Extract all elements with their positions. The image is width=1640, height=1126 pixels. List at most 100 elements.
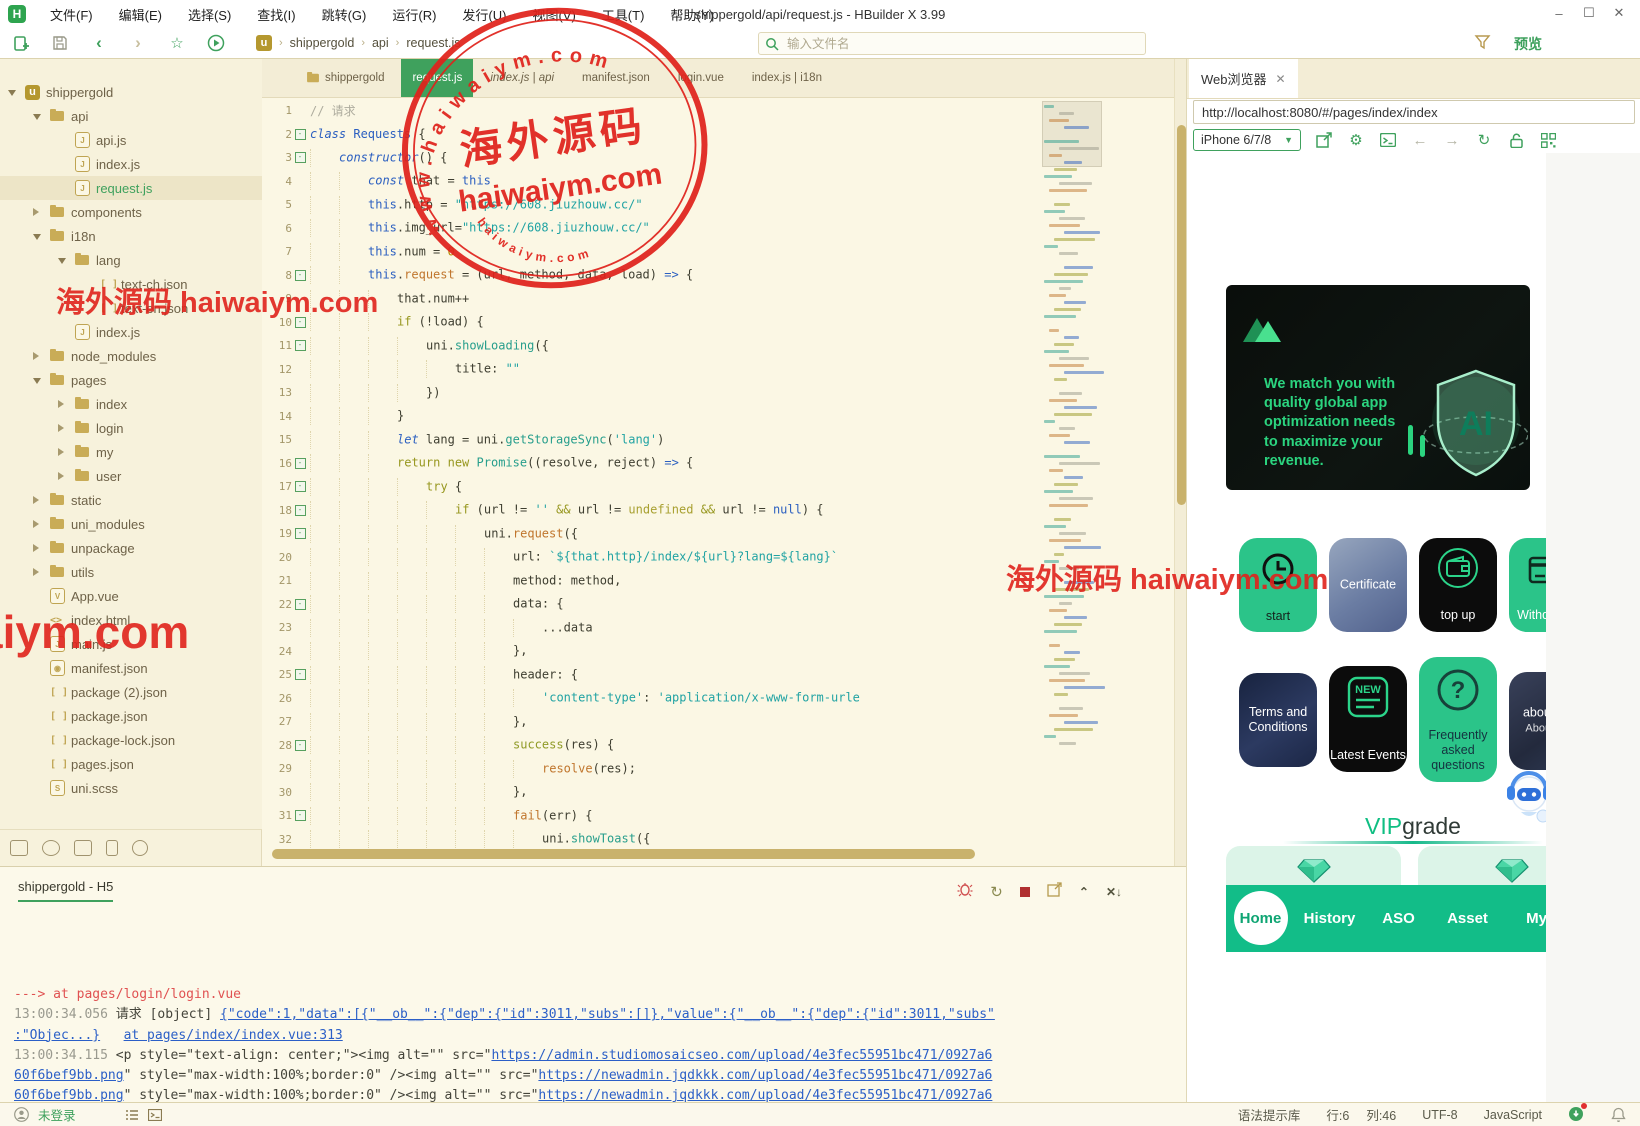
- chevron-expanded-icon[interactable]: [33, 233, 41, 240]
- tile-frequently-asked-questions[interactable]: ? Frequently asked questions: [1419, 657, 1497, 782]
- code-line-4[interactable]: 4 const that = this: [262, 170, 1042, 194]
- promo-banner[interactable]: We match you with quality global app optim…: [1226, 285, 1530, 490]
- editor-tab-shippergold[interactable]: shippergold: [295, 59, 395, 97]
- code-line-20[interactable]: 20 url: `${that.http}/index/${url}?lang=$…: [262, 546, 1042, 570]
- tree-item-uni-scss[interactable]: Suni.scss: [0, 776, 262, 800]
- chevron-expanded-icon[interactable]: [58, 257, 66, 264]
- language-status[interactable]: JavaScript: [1484, 1108, 1542, 1122]
- menu-f[interactable]: 文件(F): [38, 2, 105, 27]
- nav-asset[interactable]: Asset: [1433, 885, 1502, 952]
- code-editor[interactable]: shippergold request.js index.js | api manif…: [262, 59, 1186, 866]
- tree-item-api[interactable]: api: [0, 104, 262, 128]
- rerun-icon[interactable]: ↻: [990, 883, 1003, 901]
- code-line-18[interactable]: 18- if (url != '' && url != undefined && …: [262, 499, 1042, 523]
- code-line-16[interactable]: 16- return new Promise((resolve, reject) …: [262, 452, 1042, 476]
- browser-tab[interactable]: Web浏览器 ✕: [1189, 59, 1298, 98]
- tree-item-my[interactable]: my: [0, 440, 262, 464]
- console-link[interactable]: 60f6bef9bb.png: [14, 1068, 124, 1083]
- chevron-expanded-icon[interactable]: [8, 89, 16, 96]
- minimap-viewport[interactable]: [1042, 101, 1102, 167]
- star-button[interactable]: ☆: [168, 34, 186, 52]
- tree-item-lang[interactable]: lang: [0, 248, 262, 272]
- debug-icon[interactable]: [957, 881, 973, 902]
- code-line-11[interactable]: 11- uni.showLoading({: [262, 334, 1042, 358]
- horizontal-scrollbar-thumb[interactable]: [272, 849, 975, 859]
- chevron-collapsed-icon[interactable]: [58, 400, 64, 408]
- code-line-28[interactable]: 28- success(res) {: [262, 734, 1042, 758]
- tree-item-index-js[interactable]: Jindex.js: [0, 320, 262, 344]
- tree-item-utils[interactable]: utils: [0, 560, 262, 584]
- explorer-panel-icon[interactable]: [10, 840, 28, 856]
- tile-top-up[interactable]: top up: [1419, 538, 1497, 632]
- code-area[interactable]: 1// 请求 2- class Requests {3- constructor() …: [262, 99, 1042, 849]
- close-tab-icon[interactable]: ✕: [1276, 72, 1286, 86]
- code-line-30[interactable]: 30},: [262, 781, 1042, 805]
- menu-e[interactable]: 编辑(E): [107, 2, 174, 27]
- chevron-collapsed-icon[interactable]: [33, 544, 39, 552]
- console-link[interactable]: 60f6bef9bb.png: [14, 1088, 124, 1103]
- code-line-2[interactable]: 2- class Requests {: [262, 123, 1042, 147]
- code-line-23[interactable]: 23 ...data: [262, 616, 1042, 640]
- tree-item-text-ch-json[interactable]: [ ] text-ch.json: [0, 272, 262, 296]
- open-in-window-icon[interactable]: [1047, 881, 1062, 902]
- device-panel-icon[interactable]: [106, 840, 118, 856]
- search-panel-icon[interactable]: [42, 840, 60, 856]
- back-button[interactable]: ‹: [90, 33, 108, 52]
- menu-t[interactable]: 工具(T): [590, 2, 657, 27]
- code-line-8[interactable]: 8- this.request = (url, method, data, loa…: [262, 264, 1042, 288]
- fold-toggle-icon[interactable]: -: [292, 598, 308, 610]
- vertical-scrollbar-thumb[interactable]: [1176, 125, 1186, 505]
- stop-icon[interactable]: [1019, 886, 1030, 897]
- tree-item-pages[interactable]: pages: [0, 368, 262, 392]
- chevron-collapsed-icon[interactable]: [33, 208, 39, 216]
- fold-toggle-icon[interactable]: -: [292, 528, 308, 540]
- editor-tab-login-vue[interactable]: login.vue: [667, 59, 735, 97]
- fold-toggle-icon[interactable]: -: [292, 810, 308, 822]
- browser-back-icon[interactable]: ←: [1411, 131, 1429, 149]
- code-line-27[interactable]: 27},: [262, 710, 1042, 734]
- fold-toggle-icon[interactable]: -: [292, 316, 308, 328]
- vertical-scrollbar[interactable]: [1174, 59, 1186, 866]
- console-link[interactable]: {"code":1,"data":[{"__ob__":{"dep":{"id"…: [220, 1007, 995, 1022]
- device-selector[interactable]: iPhone 6/7/8 ▼: [1193, 129, 1301, 151]
- fold-toggle-icon[interactable]: -: [292, 457, 308, 469]
- code-line-12[interactable]: 12 title: "": [262, 358, 1042, 382]
- breadcrumb[interactable]: u › shippergold › api › request.js: [256, 28, 461, 58]
- file-search-input[interactable]: [785, 35, 1089, 52]
- forward-button[interactable]: ›: [129, 33, 147, 52]
- chevron-collapsed-icon[interactable]: [33, 496, 39, 504]
- console-link[interactable]: :"Objec...}: [14, 1028, 100, 1043]
- url-input[interactable]: [1194, 104, 1634, 120]
- code-line-6[interactable]: 6 this.img_url="https://608.jiuzhouw.cc/": [262, 217, 1042, 241]
- bell-icon[interactable]: [1611, 1107, 1626, 1123]
- clear-console-icon[interactable]: ✕↓: [1106, 885, 1122, 899]
- editor-tab-index-js-api[interactable]: index.js | api: [479, 59, 565, 97]
- tree-item-index-js[interactable]: Jindex.js: [0, 152, 262, 176]
- qr-code-icon[interactable]: [1539, 131, 1557, 149]
- console-window-icon[interactable]: [1379, 131, 1397, 149]
- editor-tab-request-js[interactable]: request.js: [401, 59, 474, 97]
- chevron-collapsed-icon[interactable]: [33, 568, 39, 576]
- chevron-collapsed-icon[interactable]: [58, 424, 64, 432]
- collapse-panel-icon[interactable]: ⌃: [1079, 885, 1089, 899]
- console-link[interactable]: https://newadmin.jqdkkk.com/upload/4e3fe…: [538, 1088, 992, 1103]
- editor-tab-index-js-i18n[interactable]: index.js | i18n: [741, 59, 833, 97]
- file-search-box[interactable]: [758, 32, 1146, 55]
- close-button[interactable]: ✕: [1604, 0, 1634, 26]
- update-icon[interactable]: [1568, 1102, 1587, 1125]
- filter-funnel-icon[interactable]: [1474, 33, 1491, 55]
- code-line-5[interactable]: 5 this.http = "https://608.jiuzhouw.cc/": [262, 193, 1042, 217]
- code-line-13[interactable]: 13}): [262, 381, 1042, 405]
- menu-i[interactable]: 查找(I): [245, 2, 307, 27]
- fold-toggle-icon[interactable]: -: [292, 128, 308, 140]
- tree-item-uni-modules[interactable]: uni_modules: [0, 512, 262, 536]
- fold-toggle-icon[interactable]: -: [292, 269, 308, 281]
- browser-forward-icon[interactable]: →: [1443, 131, 1461, 149]
- editor-tab-manifest-json[interactable]: manifest.json: [571, 59, 661, 97]
- tree-item-package-2-json[interactable]: [ ] package (2).json: [0, 680, 262, 704]
- chevron-collapsed-icon[interactable]: [33, 520, 39, 528]
- code-line-14[interactable]: 14}: [262, 405, 1042, 429]
- tree-item-pages-json[interactable]: [ ] pages.json: [0, 752, 262, 776]
- terminal-icon[interactable]: [147, 1108, 162, 1121]
- preview-button[interactable]: 预览: [1508, 33, 1548, 55]
